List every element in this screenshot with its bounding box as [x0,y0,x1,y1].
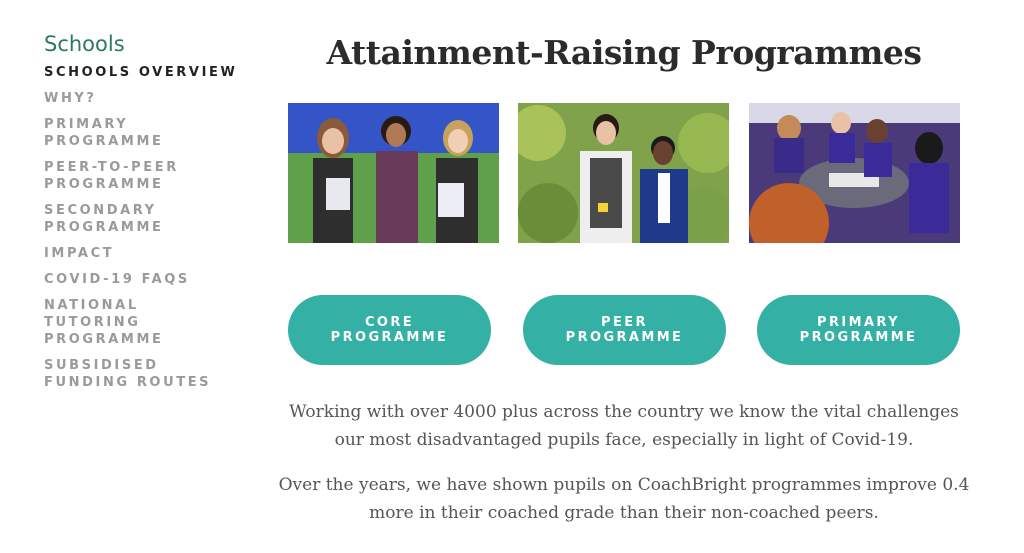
photo-pupils-table [749,103,960,243]
intro-text: Working with over 4000 plus across the c… [278,398,970,544]
sidebar-item-subsidised-funding-routes[interactable]: SUBSIDISED FUNDING ROUTES [44,357,214,391]
programme-buttons: CORE PROGRAMME PEER PROGRAMME PRIMARY PR… [288,295,960,365]
sidebar-nav: SCHOOLS OVERVIEW WHY? PRIMARY PROGRAMME … [44,64,254,391]
sidebar-item-primary-programme[interactable]: PRIMARY PROGRAMME [44,116,174,150]
sidebar-item-covid-faqs[interactable]: COVID-19 FAQS [44,271,254,288]
sidebar-item-impact[interactable]: IMPACT [44,245,254,262]
impact-paragraph: Over the years, we have shown pupils on … [278,475,970,523]
sidebar-item-national-tutoring-programme[interactable]: NATIONAL TUTORING PROGRAMME [44,297,174,348]
intro-paragraph: Working with over 4000 plus across the c… [289,402,959,450]
photo-row [288,103,960,243]
sidebar-title[interactable]: Schools [44,32,254,56]
sidebar-item-why[interactable]: WHY? [44,90,254,107]
sidebar-item-secondary-programme[interactable]: SECONDARY PROGRAMME [44,202,174,236]
sidebar-item-peer-to-peer-programme[interactable]: PEER-TO-PEER PROGRAMME [44,159,184,193]
core-programme-button[interactable]: CORE PROGRAMME [288,295,491,365]
peer-programme-button[interactable]: PEER PROGRAMME [523,295,726,365]
sidebar: Schools SCHOOLS OVERVIEW WHY? PRIMARY PR… [44,32,254,400]
photo-students-outdoors [518,103,729,243]
page-title: Attainment-Raising Programmes [326,33,922,72]
main-content: Attainment-Raising Programmes CORE PROGR… [279,0,970,523]
primary-programme-button[interactable]: PRIMARY PROGRAMME [757,295,960,365]
photo-students-certificates [288,103,499,243]
sidebar-item-schools-overview[interactable]: SCHOOLS OVERVIEW [44,64,254,81]
